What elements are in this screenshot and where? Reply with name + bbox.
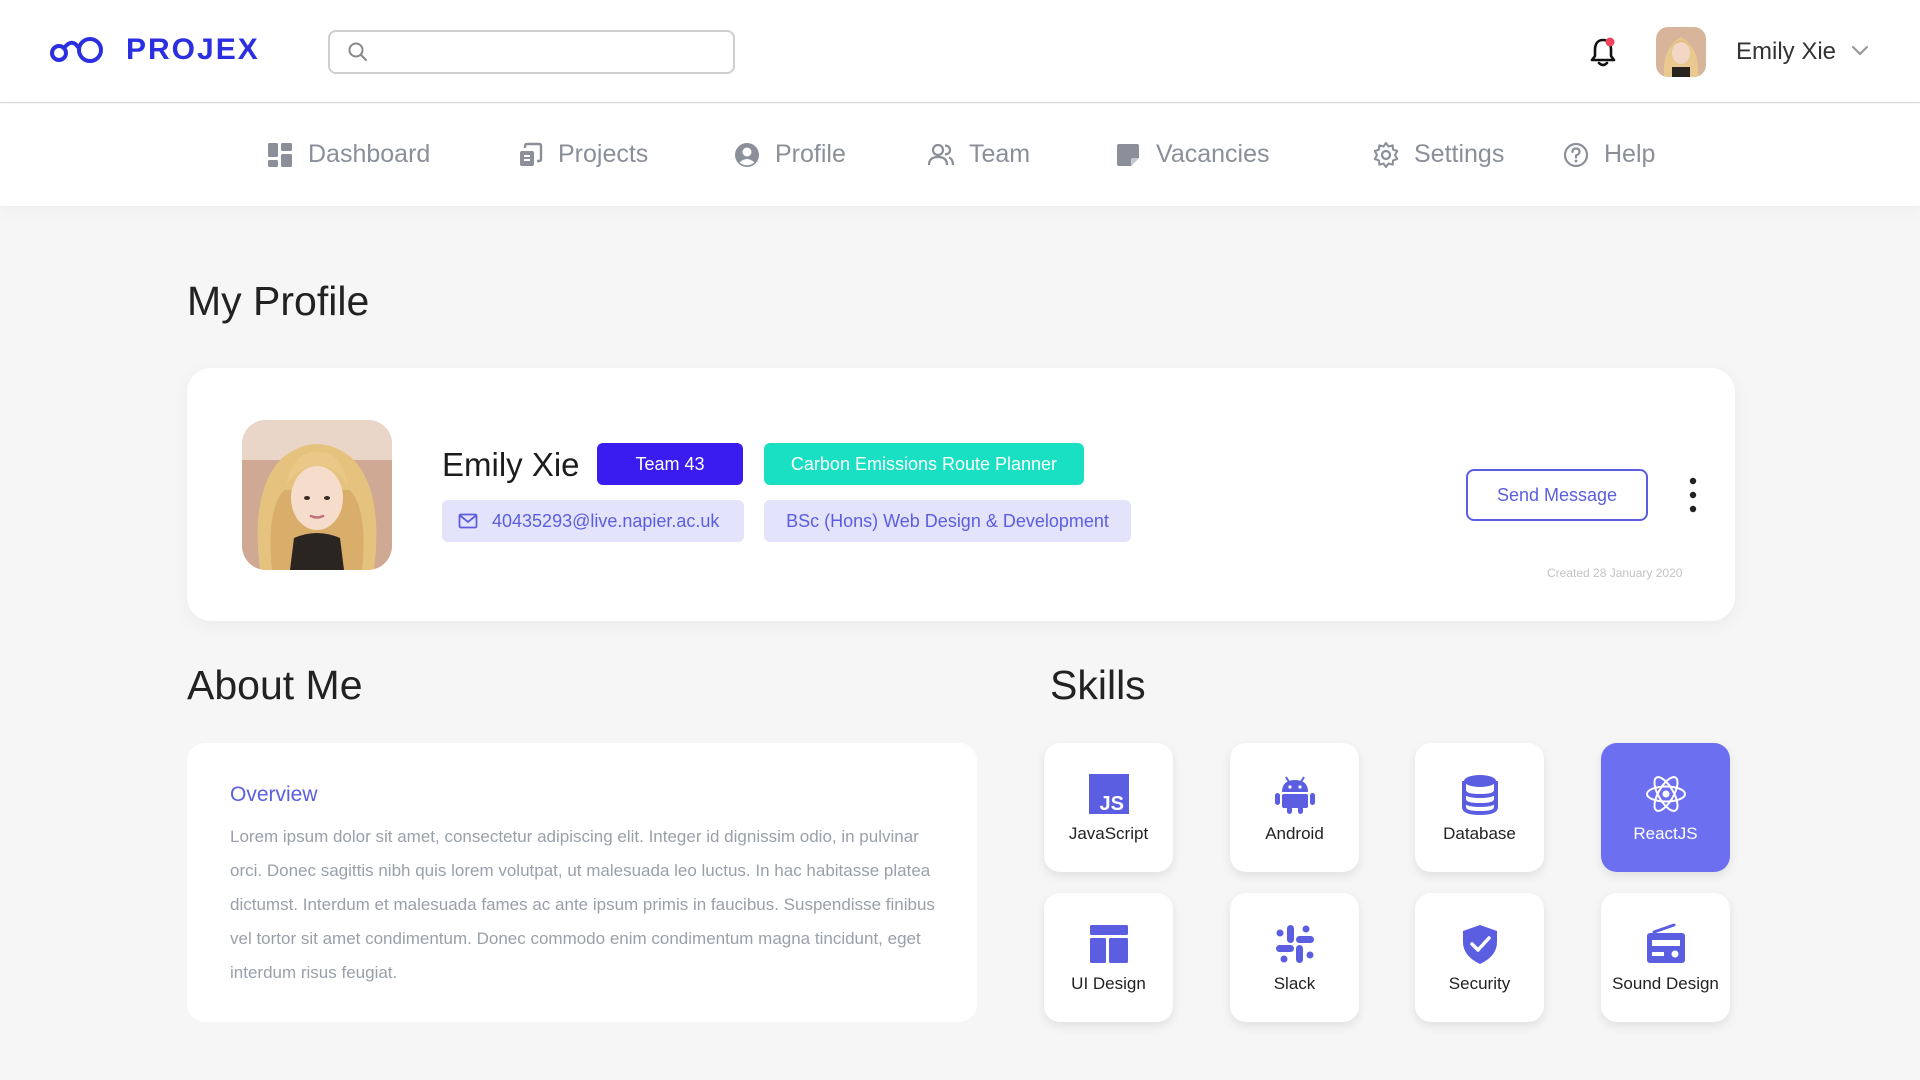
main-nav: Dashboard Projects Profile Team Vacancie… bbox=[0, 104, 1920, 206]
react-icon bbox=[1645, 775, 1686, 812]
ui-design-icon bbox=[1089, 924, 1128, 963]
user-name[interactable]: Emily Xie bbox=[1736, 38, 1836, 66]
nav-item-profile[interactable]: Profile bbox=[733, 140, 846, 169]
nav-label-settings: Settings bbox=[1414, 140, 1505, 168]
profile-card: Emily Xie Team 43 Carbon Emissions Route… bbox=[187, 368, 1735, 621]
skill-javascript[interactable]: JS JavaScript bbox=[1044, 743, 1173, 872]
nav-label-vacancies: Vacancies bbox=[1156, 140, 1270, 168]
vacancies-icon bbox=[1117, 143, 1139, 166]
dashboard-icon bbox=[268, 142, 292, 167]
svg-text:JS: JS bbox=[1099, 793, 1123, 815]
skill-label: JavaScript bbox=[1068, 823, 1149, 843]
skill-sound-design[interactable]: Sound Design bbox=[1601, 893, 1730, 1022]
nav-item-help[interactable]: Help bbox=[1562, 140, 1655, 169]
user-avatar[interactable] bbox=[1656, 27, 1706, 77]
skill-label: Android bbox=[1265, 823, 1324, 843]
about-heading: About Me bbox=[187, 662, 363, 708]
shield-icon bbox=[1462, 924, 1497, 964]
slack-icon bbox=[1275, 924, 1314, 963]
brand-name: PROJEX bbox=[126, 33, 260, 66]
degree-badge: BSc (Hons) Web Design & Development bbox=[764, 500, 1131, 542]
skill-slack[interactable]: Slack bbox=[1230, 893, 1359, 1022]
email-text: 40435293@live.napier.ac.uk bbox=[492, 510, 720, 531]
send-message-button[interactable]: Send Message bbox=[1466, 469, 1648, 521]
skill-security[interactable]: Security bbox=[1415, 893, 1544, 1022]
skill-label: Security bbox=[1448, 973, 1511, 993]
skill-database[interactable]: Database bbox=[1415, 743, 1544, 872]
javascript-icon: JS bbox=[1088, 773, 1129, 815]
nav-label-projects: Projects bbox=[558, 140, 649, 168]
brand-logo[interactable]: PROJEX bbox=[48, 33, 260, 67]
top-header: PROJEX Emily Xie bbox=[0, 0, 1920, 103]
search-icon bbox=[348, 42, 367, 61]
radio-icon bbox=[1646, 923, 1685, 963]
android-icon bbox=[1274, 775, 1315, 814]
skill-label: Slack bbox=[1273, 973, 1316, 993]
skill-android[interactable]: Android bbox=[1230, 743, 1359, 872]
database-icon bbox=[1461, 774, 1498, 815]
profile-photo-image bbox=[242, 420, 392, 570]
projects-icon bbox=[520, 142, 543, 166]
notification-bell-icon[interactable] bbox=[1588, 36, 1618, 68]
overview-title: Overview bbox=[230, 783, 318, 806]
email-badge[interactable]: 40435293@live.napier.ac.uk bbox=[442, 500, 744, 542]
help-icon bbox=[1563, 142, 1589, 167]
search-input[interactable] bbox=[378, 32, 733, 72]
about-card: Overview Lorem ipsum dolor sit amet, con… bbox=[187, 743, 977, 1022]
skill-label: Sound Design bbox=[1612, 973, 1719, 993]
chevron-down-icon[interactable] bbox=[1850, 44, 1870, 58]
team-badge[interactable]: Team 43 bbox=[597, 443, 743, 485]
profile-icon bbox=[735, 142, 759, 167]
nav-item-projects[interactable]: Projects bbox=[516, 140, 648, 169]
team-icon bbox=[927, 143, 955, 165]
profile-name: Emily Xie bbox=[442, 446, 580, 483]
search-bar[interactable] bbox=[328, 30, 735, 74]
overview-text: Lorem ipsum dolor sit amet, consectetur … bbox=[230, 827, 935, 982]
skill-label: ReactJS bbox=[1633, 823, 1698, 843]
project-badge[interactable]: Carbon Emissions Route Planner bbox=[764, 443, 1084, 485]
skill-label: UI Design bbox=[1071, 973, 1146, 993]
page-title: My Profile bbox=[187, 278, 370, 324]
nav-item-settings[interactable]: Settings bbox=[1372, 140, 1504, 169]
skills-heading: Skills bbox=[1050, 662, 1146, 708]
settings-icon bbox=[1373, 141, 1399, 168]
nav-item-dashboard[interactable]: Dashboard bbox=[266, 140, 430, 169]
nav-label-profile: Profile bbox=[775, 140, 846, 168]
mail-icon bbox=[458, 513, 478, 529]
logo-icon bbox=[50, 37, 103, 63]
nav-item-vacancies[interactable]: Vacancies bbox=[1114, 140, 1270, 169]
nav-label-team: Team bbox=[969, 140, 1031, 168]
nav-item-team[interactable]: Team bbox=[927, 140, 1030, 169]
skill-ui-design[interactable]: UI Design bbox=[1044, 893, 1173, 1022]
nav-label-help: Help bbox=[1604, 140, 1656, 168]
avatar-image bbox=[1656, 27, 1706, 77]
skill-reactjs[interactable]: ReactJS bbox=[1601, 743, 1730, 872]
more-options-icon[interactable] bbox=[1685, 476, 1701, 514]
profile-photo bbox=[242, 420, 392, 570]
nav-label-dashboard: Dashboard bbox=[308, 140, 431, 168]
skill-label: Database bbox=[1443, 823, 1516, 843]
created-date: Created 28 January 2020 bbox=[1547, 566, 1683, 580]
